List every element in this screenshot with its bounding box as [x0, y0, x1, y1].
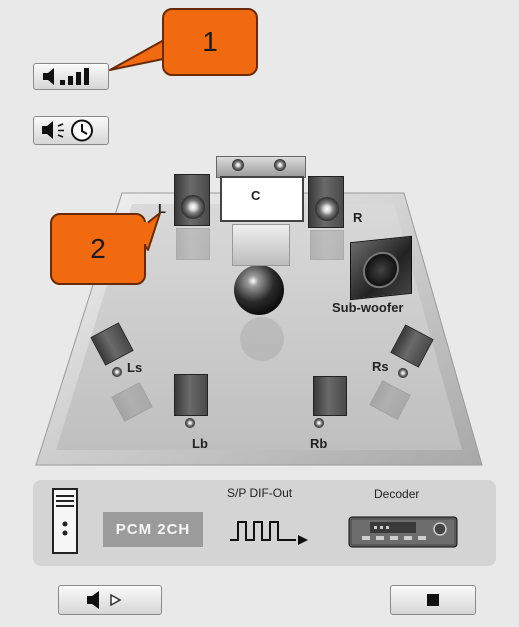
callout-1: 1 — [162, 8, 258, 76]
callout-2: 2 — [50, 213, 146, 285]
callout-1-pointer — [109, 39, 169, 71]
stop-button[interactable] — [390, 585, 476, 615]
test-play-button[interactable] — [58, 585, 162, 615]
speaker-play-icon — [87, 591, 122, 609]
decoder-device-icon — [348, 516, 458, 548]
pc-tower-icon — [52, 488, 78, 554]
digital-signal-icon — [230, 521, 308, 545]
spdif-out-label: S/P DIF-Out — [227, 486, 293, 500]
stop-square-icon — [427, 594, 439, 606]
decoder-label: Decoder — [374, 487, 420, 501]
format-badge: PCM 2CH — [103, 512, 203, 547]
